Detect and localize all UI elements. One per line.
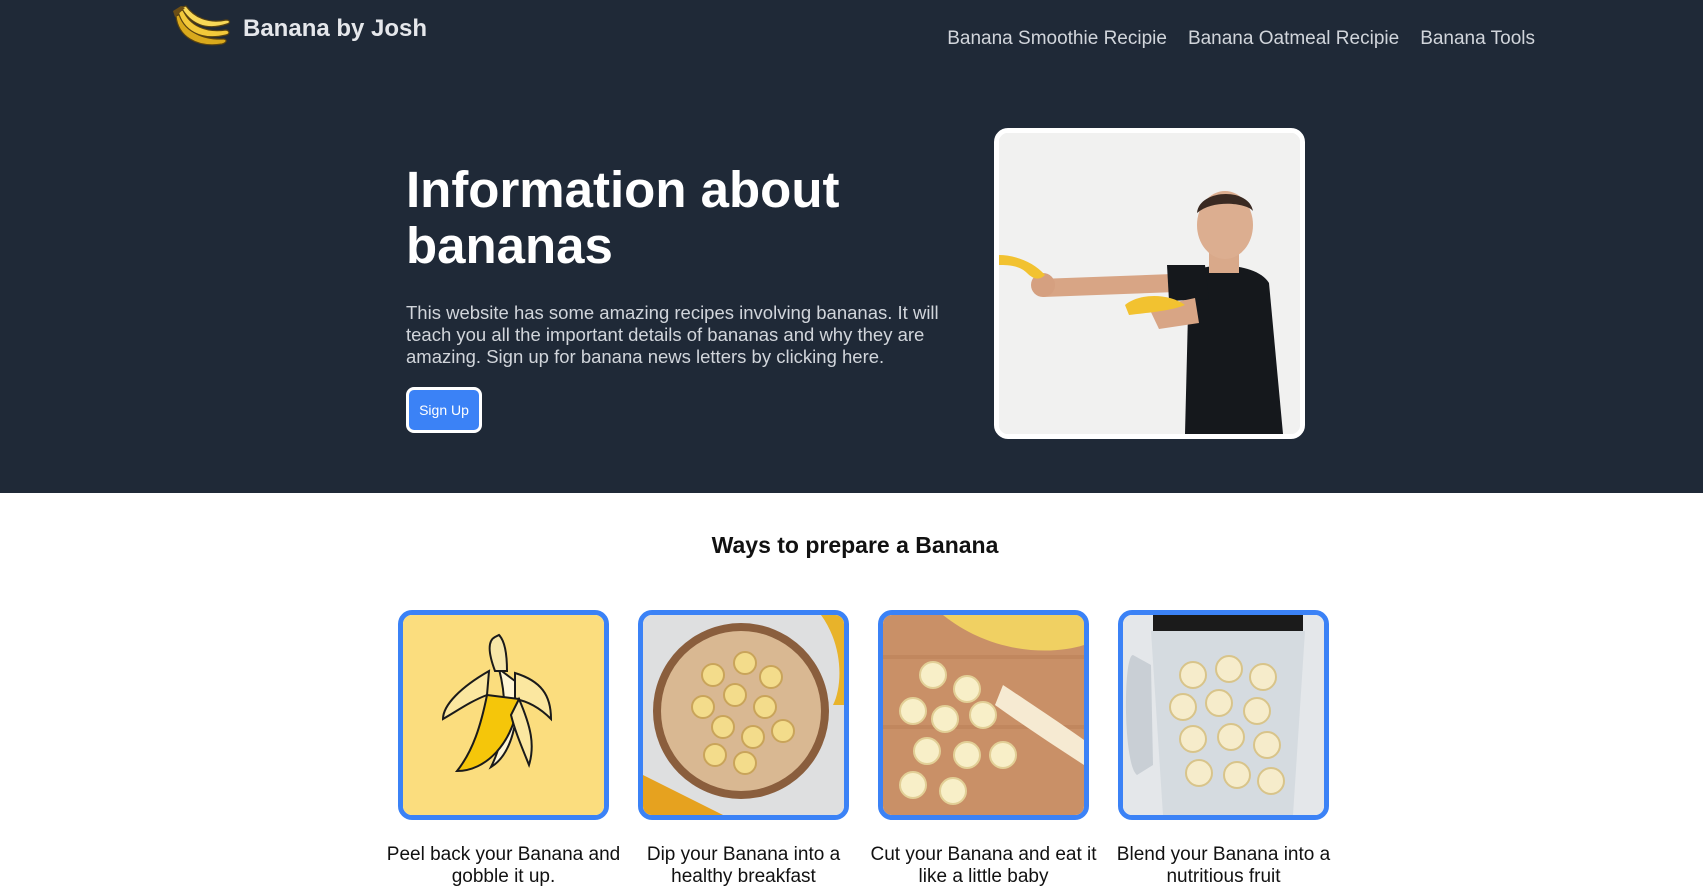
card-image-peel [398,610,609,820]
section-title: Ways to prepare a Banana [711,532,999,558]
man-with-banana-photo [999,133,1300,434]
hero-description: This website has some amazing recipes in… [406,302,939,367]
hero-title: Information about bananas [406,161,840,274]
nav-link-oatmeal[interactable]: Banana Oatmeal Recipie [1188,28,1399,50]
hero-image [994,128,1305,439]
card-caption: Peel back your Banana and gobble it up. [386,844,621,887]
card-image-blend [1118,610,1329,820]
sliced-banana-photo [883,615,1084,815]
brand[interactable]: Banana by Josh [168,2,427,56]
prep-card-oatmeal: Dip your Banana into a healthy breakfast [638,610,849,888]
card-image-cut [878,610,1089,820]
card-caption: Cut your Banana and eat it like a little… [870,844,1097,887]
sign-up-button[interactable]: Sign Up [406,387,482,433]
card-caption: Blend your Banana into a nutritious frui… [1116,844,1331,887]
brand-name: Banana by Josh [243,15,428,42]
banana-bunch-icon [173,5,231,46]
prep-card-peel: Peel back your Banana and gobble it up. [387,610,620,888]
nav-link-smoothie[interactable]: Banana Smoothie Recipie [947,28,1167,50]
hero-section: Banana by Josh Banana Smoothie Recipie B… [0,0,1703,493]
card-image-oatmeal [638,610,849,820]
nav-link-tools[interactable]: Banana Tools [1420,28,1535,50]
blender-photo [1123,615,1324,815]
main-nav: Banana Smoothie Recipie Banana Oatmeal R… [947,28,1535,50]
card-caption: Dip your Banana into a healthy breakfast [646,844,841,887]
prep-card-cut: Cut your Banana and eat it like a little… [870,610,1097,888]
prep-card-blend: Blend your Banana into a nutritious frui… [1117,610,1330,888]
oatmeal-bowl-photo [643,615,844,815]
peeled-banana-illustration [403,615,604,815]
